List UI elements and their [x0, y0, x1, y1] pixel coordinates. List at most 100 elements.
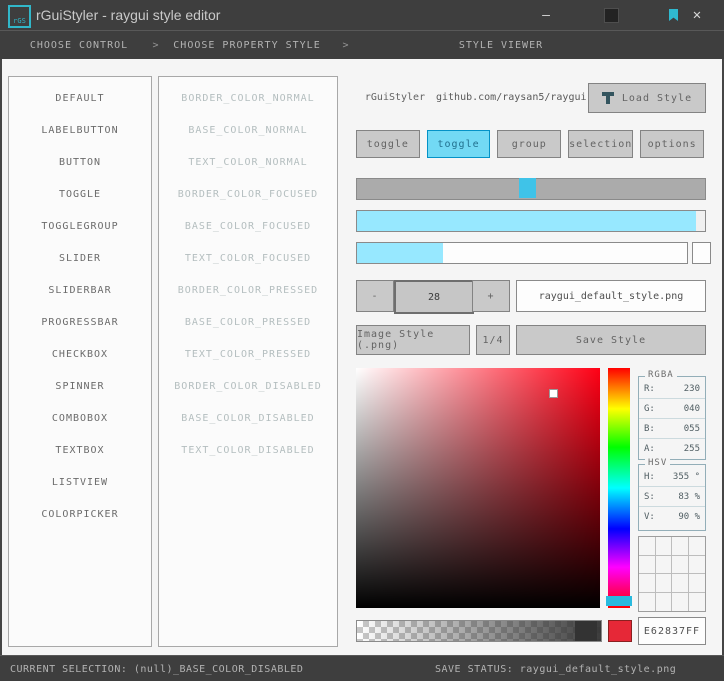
maximize-button[interactable]: [596, 0, 626, 30]
palette-cell[interactable]: [639, 574, 656, 593]
rgba-row-r: R: 230: [639, 379, 705, 399]
rgba-r-label: R:: [644, 383, 655, 394]
toggle-button-3[interactable]: group: [497, 130, 562, 158]
app-icon: rGS: [8, 5, 31, 28]
palette-cell[interactable]: [639, 537, 656, 556]
spinner-plus-button[interactable]: +: [472, 280, 510, 312]
property-item-text-color-normal[interactable]: TEXT_COLOR_NORMAL: [159, 146, 337, 178]
palette-cell[interactable]: [639, 555, 656, 574]
status-bar: CURRENT SELECTION: (null)_BASE_COLOR_DIS…: [0, 655, 724, 681]
control-item-button[interactable]: BUTTON: [9, 146, 151, 178]
load-style-label: Load Style: [621, 92, 693, 104]
control-item-progressbar[interactable]: PROGRESSBAR: [9, 306, 151, 338]
palette-cell[interactable]: [672, 555, 689, 574]
control-item-labelbutton[interactable]: LABELBUTTON: [9, 114, 151, 146]
property-item-text-color-pressed[interactable]: TEXT_COLOR_PRESSED: [159, 338, 337, 370]
sliderbar-demo[interactable]: [356, 242, 688, 264]
hsv-row-s: S: 83 %: [639, 487, 705, 507]
hsv-s-label: S:: [644, 491, 655, 502]
control-item-textbox[interactable]: TEXTBOX: [9, 434, 151, 466]
toggle-group: toggle toggle group selection options: [356, 130, 704, 158]
maximize-icon: [603, 7, 619, 23]
control-item-colorpicker[interactable]: COLORPICKER: [9, 498, 151, 530]
rgba-panel: RGBA R: 230 G: 040 B: 055 A: 255: [638, 370, 706, 460]
window-title: rGuiStyler - raygui style editor: [36, 7, 221, 23]
slider-handle[interactable]: [519, 178, 536, 198]
rgba-b-value: 055: [683, 423, 700, 434]
rgba-panel-title: RGBA: [645, 370, 677, 380]
toggle-button-4[interactable]: selection: [568, 130, 634, 158]
palette-cell[interactable]: [672, 574, 689, 593]
alpha-slider-handle[interactable]: [575, 621, 597, 641]
palette-cell[interactable]: [688, 537, 705, 556]
rgba-row-b: B: 055: [639, 419, 705, 439]
toggle-button-1[interactable]: toggle: [356, 130, 420, 158]
slider-demo[interactable]: [356, 178, 706, 200]
hsv-s-value: 83 %: [678, 491, 700, 502]
hex-value-box[interactable]: E62837FF: [638, 617, 706, 645]
hue-slider[interactable]: [606, 368, 632, 608]
palette-cell[interactable]: [688, 556, 705, 574]
palette-cell[interactable]: [655, 537, 672, 556]
palette-cell[interactable]: [689, 593, 706, 612]
save-style-button[interactable]: Save Style: [516, 325, 706, 355]
property-item-base-color-disabled[interactable]: BASE_COLOR_DISABLED: [159, 402, 337, 434]
app-window: rGS rGuiStyler - raygui style editor — ✕…: [0, 0, 724, 681]
property-item-border-color-disabled[interactable]: BORDER_COLOR_DISABLED: [159, 370, 337, 402]
load-style-button[interactable]: Load Style: [588, 83, 706, 113]
palette-cell[interactable]: [656, 592, 672, 611]
palette-cell[interactable]: [672, 592, 689, 611]
scale-toggle-button[interactable]: 1/4: [476, 325, 510, 355]
spinner-minus-button[interactable]: -: [356, 280, 394, 312]
control-item-toggle[interactable]: TOGGLE: [9, 178, 151, 210]
image-style-button[interactable]: Image Style (.png): [356, 325, 470, 355]
property-item-border-color-pressed[interactable]: BORDER_COLOR_PRESSED: [159, 274, 337, 306]
rgba-row-g: G: 040: [639, 399, 705, 419]
palette-cell[interactable]: [672, 537, 689, 556]
palette-cell[interactable]: [655, 555, 672, 574]
status-current-selection: CURRENT SELECTION: (null)_BASE_COLOR_DIS…: [10, 663, 304, 675]
hsv-v-value: 90 %: [678, 511, 700, 522]
control-item-default[interactable]: DEFAULT: [9, 82, 151, 114]
hsv-v-label: V:: [644, 511, 655, 522]
hue-slider-handle[interactable]: [606, 596, 632, 606]
property-item-text-color-disabled[interactable]: TEXT_COLOR_DISABLED: [159, 434, 337, 466]
property-item-base-color-focused[interactable]: BASE_COLOR_FOCUSED: [159, 210, 337, 242]
palette-grid: [638, 536, 706, 612]
palette-cell[interactable]: [639, 592, 656, 611]
toggle-button-2-active[interactable]: toggle: [426, 130, 491, 158]
color-picker-cursor[interactable]: [549, 389, 558, 398]
control-item-togglegroup[interactable]: TOGGLEGROUP: [9, 210, 151, 242]
control-item-checkbox[interactable]: CHECKBOX: [9, 338, 151, 370]
checkbox-demo[interactable]: [692, 242, 711, 264]
property-item-border-color-normal[interactable]: BORDER_COLOR_NORMAL: [159, 82, 337, 114]
hsv-row-v: V: 90 %: [639, 507, 705, 526]
spinner-value[interactable]: 28: [394, 280, 474, 314]
close-button[interactable]: ✕: [680, 0, 714, 30]
app-icon-label: rGS: [13, 17, 26, 25]
filename-textbox[interactable]: raygui_default_style.png: [516, 280, 706, 312]
menu-bar: CHOOSE CONTROL > CHOOSE PROPERTY STYLE >…: [0, 30, 724, 59]
property-item-border-color-focused[interactable]: BORDER_COLOR_FOCUSED: [159, 178, 337, 210]
rgba-row-a: A: 255: [639, 439, 705, 458]
control-item-sliderbar[interactable]: SLIDERBAR: [9, 274, 151, 306]
property-item-base-color-normal[interactable]: BASE_COLOR_NORMAL: [159, 114, 337, 146]
hsv-h-label: H:: [644, 471, 655, 482]
palette-cell[interactable]: [655, 574, 672, 593]
control-item-listview[interactable]: LISTVIEW: [9, 466, 151, 498]
control-item-combobox[interactable]: COMBOBOX: [9, 402, 151, 434]
color-picker-panel[interactable]: [356, 368, 600, 608]
control-item-spinner[interactable]: SPINNER: [9, 370, 151, 402]
rgba-g-value: 040: [683, 403, 700, 414]
property-item-text-color-focused[interactable]: TEXT_COLOR_FOCUSED: [159, 242, 337, 274]
alpha-slider[interactable]: [356, 620, 602, 642]
toggle-button-5[interactable]: options: [640, 130, 704, 158]
hsv-row-h: H: 355 °: [639, 467, 705, 487]
property-item-base-color-pressed[interactable]: BASE_COLOR_PRESSED: [159, 306, 337, 338]
minimize-button[interactable]: —: [531, 0, 561, 30]
progressbar-demo: [356, 210, 706, 232]
hsv-panel-title: HSV: [645, 458, 671, 468]
palette-cell[interactable]: [688, 574, 705, 593]
control-item-slider[interactable]: SLIDER: [9, 242, 151, 274]
rgba-g-label: G:: [644, 403, 655, 414]
